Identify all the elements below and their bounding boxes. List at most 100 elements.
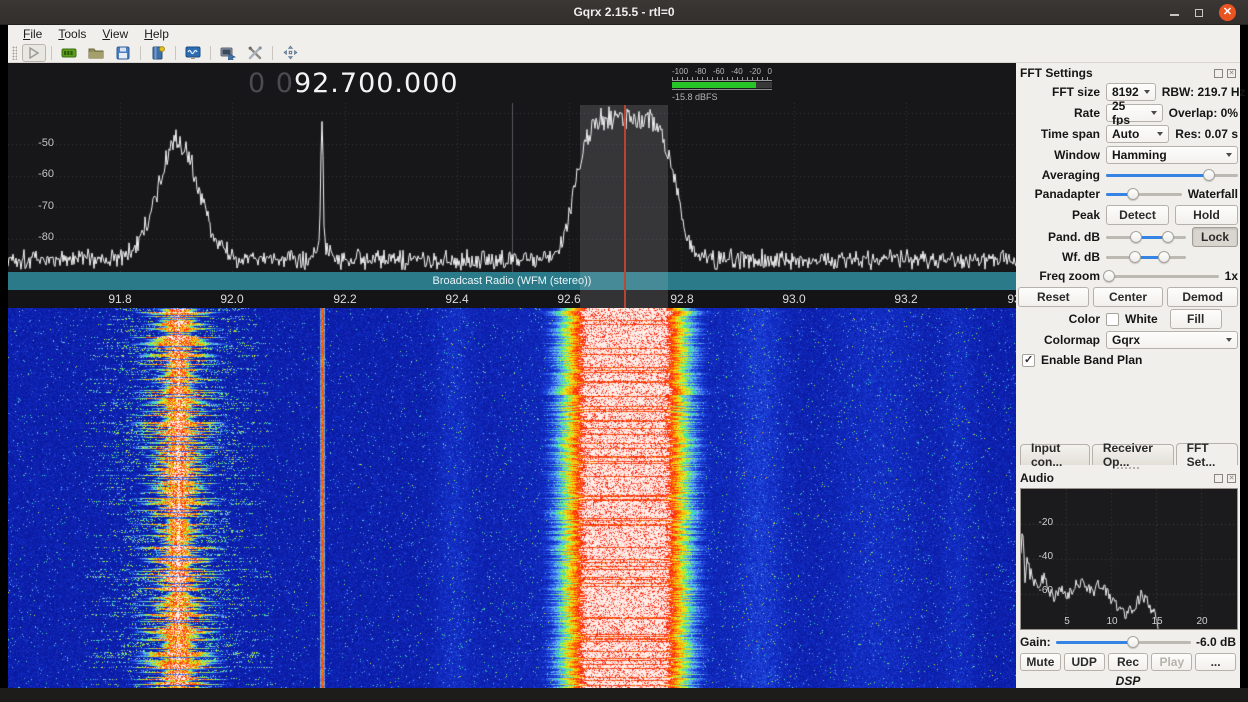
slider-handle[interactable] [1127, 636, 1139, 648]
slider-handle[interactable] [1127, 188, 1139, 200]
panadapter-plot[interactable] [8, 63, 1016, 272]
remote-control-button[interactable] [216, 44, 240, 62]
center-button[interactable]: Center [1093, 287, 1164, 307]
waterfall-plot[interactable] [8, 308, 1016, 688]
peak-hold-button[interactable]: Hold [1175, 205, 1238, 225]
wf-db-label: Wf. dB [1018, 250, 1100, 264]
audio-fft-canvas [1021, 489, 1237, 629]
audio-gain-slider[interactable] [1056, 635, 1191, 649]
udp-button[interactable]: UDP [1064, 653, 1105, 671]
float-dock-icon[interactable] [1214, 474, 1223, 483]
frequency-axis[interactable]: 91.8 92.0 92.2 92.4 92.6 92.8 93.0 93.2 … [8, 290, 1016, 308]
save-file-button[interactable] [111, 44, 135, 62]
meter-value: -15.8 dBFS [672, 92, 772, 102]
averaging-slider[interactable] [1106, 168, 1238, 182]
close-dock-icon[interactable]: ✕ [1227, 69, 1236, 78]
freq-zoom-slider[interactable] [1106, 269, 1219, 283]
audio-freq-tick: 5 [1064, 616, 1070, 627]
reset-button[interactable]: Reset [1018, 287, 1089, 307]
dsp-window-button[interactable] [181, 44, 205, 62]
dsp-window-icon [185, 46, 201, 60]
spectrum-display-area: -50 -60 -70 -80 Broadcast Radio (WFM (st… [8, 63, 1016, 688]
timespan-select[interactable]: Auto [1106, 125, 1169, 143]
frequency-readout[interactable]: 0 092.700.000 [248, 68, 459, 99]
slider-handle[interactable] [1203, 169, 1215, 181]
db-tick: -50 [8, 137, 54, 149]
demod-button[interactable]: Demod [1167, 287, 1238, 307]
menu-help[interactable]: Help [137, 25, 176, 43]
rec-button[interactable]: Rec [1108, 653, 1149, 671]
tab-input-controls[interactable]: Input con... [1020, 444, 1090, 465]
device-config-button[interactable] [57, 44, 81, 62]
meter-bar [672, 82, 772, 88]
window-select[interactable]: Hamming [1106, 146, 1238, 164]
db-tick: -80 [8, 231, 54, 243]
fill-button[interactable]: Fill [1170, 309, 1222, 329]
close-dock-icon[interactable]: ✕ [1227, 474, 1236, 483]
tuned-frequency-line[interactable] [624, 105, 626, 308]
menu-tools[interactable]: Tools [51, 25, 93, 43]
tab-fft-settings[interactable]: FFT Set... [1176, 443, 1238, 465]
white-checkbox[interactable] [1106, 313, 1119, 326]
rate-select[interactable]: 25 fps [1106, 104, 1163, 122]
enable-band-plan-checkbox[interactable] [1022, 354, 1035, 367]
bandplan-bar[interactable]: Broadcast Radio (WFM (stereo)) [8, 272, 1016, 290]
slider-handle-low[interactable] [1130, 231, 1142, 243]
audio-header: Audio ✕ [1018, 470, 1238, 486]
audio-options-button[interactable]: ... [1195, 653, 1236, 671]
toolbar [8, 43, 1240, 63]
peak-label: Peak [1018, 208, 1100, 222]
fft-settings-title: FFT Settings [1020, 66, 1093, 80]
waterfall-label: Waterfall [1188, 187, 1238, 201]
frequency-digits[interactable]: 92.700.000 [294, 68, 459, 99]
overlap-info: Overlap: 0% [1169, 106, 1238, 120]
mute-button[interactable]: Mute [1020, 653, 1061, 671]
settings-panel: FFT Settings ✕ FFT size 8192 RBW: 219.7 … [1016, 63, 1240, 688]
screen: Gqrx 2.15.5 - rtl=0 ✕ File Tools View He… [0, 0, 1248, 702]
maximize-button[interactable] [1195, 9, 1203, 17]
colormap-select[interactable]: Gqrx [1106, 331, 1238, 349]
open-file-button[interactable] [84, 44, 108, 62]
colormap-label: Colormap [1018, 333, 1100, 347]
pan-waterfall-split-slider[interactable] [1106, 187, 1182, 201]
slider-handle-low[interactable] [1129, 251, 1141, 263]
enable-band-plan-label: Enable Band Plan [1041, 353, 1142, 367]
remote-control-icon [220, 46, 236, 60]
signal-strength-meter: -100 -80 -60 -40 -20 0 -15.8 dBFS [672, 67, 772, 102]
freq-zoom-value: 1x [1225, 269, 1238, 283]
rbw-info: RBW: 219.7 Hz [1162, 85, 1246, 99]
menubar: File Tools View Help [8, 25, 1240, 43]
menu-file[interactable]: File [16, 25, 49, 43]
bookmarks-button[interactable] [146, 44, 170, 62]
minimize-button[interactable] [1170, 9, 1179, 16]
gain-label: Gain: [1020, 635, 1051, 649]
chevron-down-icon [1157, 132, 1163, 136]
close-button[interactable]: ✕ [1219, 4, 1236, 21]
chevron-down-icon [1226, 338, 1232, 342]
float-dock-icon[interactable] [1214, 69, 1223, 78]
fullscreen-button[interactable] [278, 44, 302, 62]
meter-tick: -100 [672, 67, 688, 76]
dsp-label: DSP [1018, 674, 1238, 688]
peak-detect-button[interactable]: Detect [1106, 205, 1169, 225]
freq-tick: 91.8 [108, 292, 131, 306]
meter-tick: -80 [695, 67, 707, 76]
slider-handle-high[interactable] [1158, 251, 1170, 263]
pand-db-range-slider[interactable] [1106, 230, 1186, 244]
tab-receiver-options[interactable]: Receiver Op... [1092, 444, 1174, 465]
menu-view[interactable]: View [95, 25, 135, 43]
slider-handle-high[interactable] [1162, 231, 1174, 243]
start-dsp-button[interactable] [22, 44, 46, 62]
slider-handle[interactable] [1103, 270, 1115, 282]
lock-button[interactable]: Lock [1192, 227, 1238, 247]
wf-db-range-slider[interactable] [1106, 250, 1186, 264]
rate-label: Rate [1018, 106, 1100, 120]
audio-freq-tick: 10 [1106, 616, 1117, 627]
freq-zoom-label: Freq zoom [1018, 269, 1100, 283]
tools-button[interactable] [243, 44, 267, 62]
toolbar-grip[interactable] [12, 46, 17, 60]
freq-tick: 93.2 [894, 292, 917, 306]
freq-tick: 92.6 [557, 292, 580, 306]
titlebar[interactable]: Gqrx 2.15.5 - rtl=0 ✕ [0, 0, 1248, 25]
bandplan-label: Broadcast Radio (WFM (stereo)) [433, 275, 592, 287]
